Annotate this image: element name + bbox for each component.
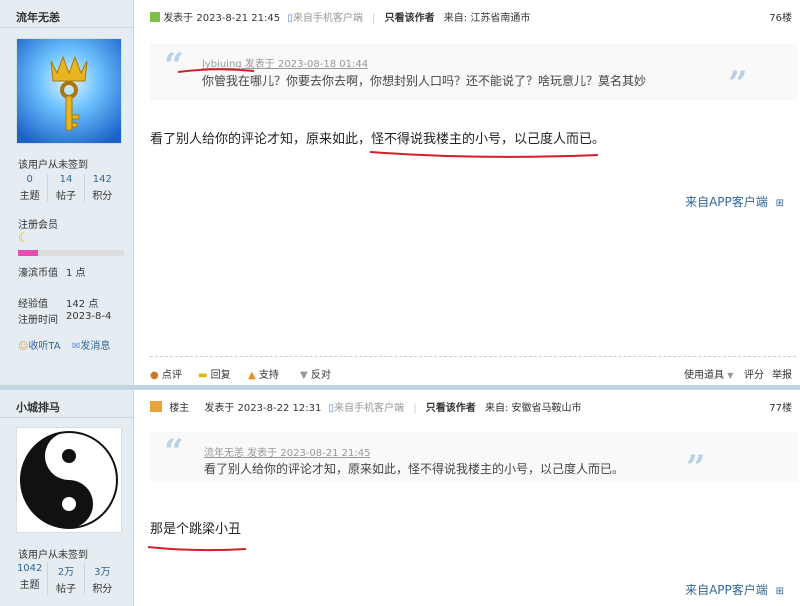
quote-block: “ ” 流年无恙 发表于 2023-08-21 21:45 看了别人给你的评论才… xyxy=(150,432,798,488)
author-name[interactable]: 小城排马 xyxy=(16,399,60,415)
content-underline xyxy=(147,546,247,552)
stat-points[interactable]: 142 积分 xyxy=(83,174,120,202)
from-app-link[interactable]: 来自APP客户端 ⊞ xyxy=(685,193,784,210)
rate-button[interactable]: 评分 xyxy=(744,366,764,381)
level-bar xyxy=(18,250,124,256)
author-sidebar: 流年无恙 该用户从未签到 0 主题 14 帖子 142 积分 注册会员 ☾ 濠滨… xyxy=(0,0,134,388)
reply-button[interactable]: ▬ 回复 xyxy=(198,366,231,381)
oppose-button[interactable]: ▼ 反对 xyxy=(300,366,331,381)
exp-label: 经验值 xyxy=(18,299,48,310)
post-content: 看了别人给你的评论才知，原来如此，怪不得说我楼主的小号，以己度人而已。 xyxy=(150,132,606,147)
online-icon xyxy=(150,12,160,22)
client-label[interactable]: 来自手机客户端 xyxy=(334,403,404,414)
listen-button[interactable]: ☺收听TA xyxy=(18,337,61,352)
thumbs-up-icon: ▲ xyxy=(248,370,256,381)
stat-posts[interactable]: 2万 帖子 xyxy=(47,563,83,595)
user-stats: 0 主题 14 帖子 142 积分 xyxy=(12,174,120,202)
quote-underline xyxy=(177,68,255,73)
post-content: 那是个跳梁小丑 xyxy=(150,522,242,537)
moon-icon: ☾ xyxy=(18,231,30,246)
post-meta: 发表于 2023-8-21 21:45 ▯来自手机客户端 | 只看该作者 来自:… xyxy=(150,9,530,24)
avatar[interactable] xyxy=(16,38,122,144)
owner-icon xyxy=(150,401,162,412)
reg-label: 注册时间 xyxy=(18,315,58,326)
support-button[interactable]: ▲ 支持 xyxy=(248,366,279,381)
listen-icon: ☺ xyxy=(18,341,29,352)
user-group[interactable]: 注册会员 xyxy=(18,216,58,231)
quote-close-icon: ” xyxy=(686,448,706,488)
quote-close-icon: ” xyxy=(728,64,748,104)
only-author-link[interactable]: 只看该作者 xyxy=(426,403,476,414)
client-label[interactable]: 来自手机客户端 xyxy=(293,13,363,24)
content-underline xyxy=(369,151,599,158)
only-author-link[interactable]: 只看该作者 xyxy=(385,13,435,24)
avatar[interactable] xyxy=(16,427,122,533)
stat-posts[interactable]: 14 帖子 xyxy=(47,174,83,202)
quote-text: 看了别人给你的评论才知，原来如此，怪不得说我楼主的小号，以己度人而已。 xyxy=(204,462,625,476)
user-stats: 1042 主题 2万 帖子 3万 积分 xyxy=(12,563,120,595)
exp-value: 142 点 xyxy=(66,299,99,310)
quote-author[interactable]: 流年无恙 发表于 2023-08-21 21:45 xyxy=(204,444,370,459)
post-77: 小城排马 该用户从未签到 1042 主题 2万 帖子 3万 积分 楼主 发表于 202… xyxy=(0,390,800,606)
post-76: 流年无恙 该用户从未签到 0 主题 14 帖子 142 积分 注册会员 ☾ 濠滨… xyxy=(0,0,800,388)
location: 来自: 江苏省南通市 xyxy=(443,13,531,24)
comment-button[interactable]: ● 点评 xyxy=(150,366,182,381)
from-app-link[interactable]: 来自APP客户端 ⊞ xyxy=(685,581,784,598)
signin-status: 该用户从未签到 xyxy=(18,550,88,561)
thumbs-down-icon: ▼ xyxy=(300,370,308,381)
post-main: 发表于 2023-8-21 21:45 ▯来自手机客户端 | 只看该作者 来自:… xyxy=(134,0,800,388)
chevron-down-icon: ▼ xyxy=(727,371,734,380)
comment-icon: ● xyxy=(150,370,159,381)
report-button[interactable]: 举报 xyxy=(772,366,792,381)
tools-menu[interactable]: 使用道具 ▼ xyxy=(684,366,733,381)
signin-status: 该用户从未签到 xyxy=(18,160,88,171)
post-main: 楼主 发表于 2023-8-22 12:31 ▯来自手机客户端 | 只看该作者 … xyxy=(134,390,800,606)
message-button[interactable]: ✉发消息 xyxy=(72,337,110,352)
quote-text: 你管我在哪儿？你要去你去啊，你想封别人口吗？还不能说了？啥玩意儿？莫名其妙 xyxy=(202,74,647,88)
post-meta: 楼主 发表于 2023-8-22 12:31 ▯来自手机客户端 | 只看该作者 … xyxy=(150,399,582,414)
reply-icon: ▬ xyxy=(198,370,208,381)
cash-label: 濠滨币值 xyxy=(18,268,58,279)
post-time: 发表于 2023-8-21 21:45 xyxy=(163,13,281,24)
cash-value: 1 点 xyxy=(66,268,86,279)
grid-icon: ⊞ xyxy=(775,586,784,597)
quote-open-icon: “ xyxy=(164,432,184,472)
stat-threads[interactable]: 1042 主题 xyxy=(12,563,47,595)
post-time: 发表于 2023-8-22 12:31 xyxy=(204,403,322,414)
stat-threads[interactable]: 0 主题 xyxy=(12,174,47,202)
author-name[interactable]: 流年无恙 xyxy=(16,9,60,25)
floor-number[interactable]: 76楼 xyxy=(769,9,792,24)
location: 来自: 安徽省马鞍山市 xyxy=(484,403,582,414)
author-sidebar: 小城排马 该用户从未签到 1042 主题 2万 帖子 3万 积分 xyxy=(0,390,134,606)
floor-number[interactable]: 77楼 xyxy=(769,399,792,414)
stat-points[interactable]: 3万 积分 xyxy=(83,563,120,595)
owner-label: 楼主 xyxy=(169,403,190,414)
post-actions: ● 点评 ▬ 回复 ▲ 支持 ▼ 反对 使用道具 ▼ 评分 举报 xyxy=(150,356,796,387)
grid-icon: ⊞ xyxy=(775,198,784,209)
reg-value: 2023-8-4 xyxy=(66,311,112,322)
level-bar-fill xyxy=(18,250,38,256)
